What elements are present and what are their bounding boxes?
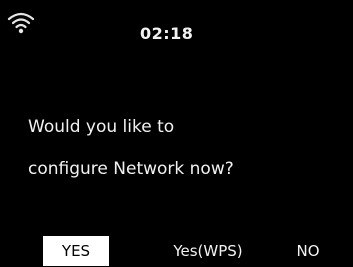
wifi-icon — [7, 12, 35, 34]
clock-time: 02:18 — [140, 24, 194, 43]
no-option[interactable]: NO — [286, 236, 330, 266]
dialog-prompt-line-2: configure Network now? — [28, 159, 234, 179]
yes-wps-option[interactable]: Yes(WPS) — [158, 236, 258, 266]
yes-option[interactable]: YES — [43, 236, 109, 266]
radio-display: 02:18 Would you like to configure Networ… — [0, 0, 353, 267]
dialog-prompt-line-1: Would you like to — [28, 117, 175, 137]
option-bar: YES Yes(WPS) NO — [0, 236, 353, 267]
